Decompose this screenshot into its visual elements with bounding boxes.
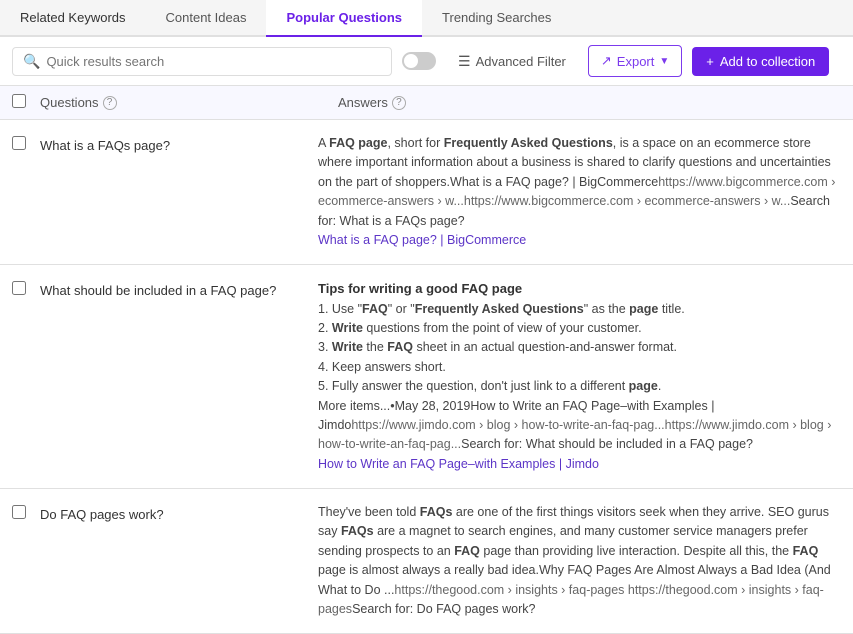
tab-trending-searches[interactable]: Trending Searches xyxy=(422,0,571,37)
table-header: Questions ? Answers ? xyxy=(0,86,853,120)
toggle-knob xyxy=(404,54,418,68)
question-text-1: What is a FAQs page? xyxy=(40,138,170,153)
add-icon: + xyxy=(706,54,714,69)
select-all-checkbox[interactable] xyxy=(12,94,26,108)
question-text-2: What should be included in a FAQ page? xyxy=(40,283,276,298)
questions-label: Questions xyxy=(40,95,99,110)
col-header-answers: Answers ? xyxy=(338,95,841,110)
chevron-down-icon: ▼ xyxy=(659,56,669,67)
toggle-wrap xyxy=(402,52,436,70)
answer-cell-2: Tips for writing a good FAQ page 1. Use … xyxy=(318,279,841,474)
row-checkbox-wrap-3 xyxy=(12,503,32,522)
answer-body-1: A FAQ page, short for Frequently Asked Q… xyxy=(318,136,835,228)
answer-body-3: They've been told FAQs are one of the fi… xyxy=(318,505,831,616)
table-row: What should be included in a FAQ page? T… xyxy=(0,265,853,489)
row-checkbox-wrap-2 xyxy=(12,279,32,298)
source-link-1[interactable]: What is a FAQ page? | BigCommerce xyxy=(318,233,526,247)
advanced-filter-button[interactable]: ☰ Advanced Filter xyxy=(446,47,578,76)
tab-content-ideas[interactable]: Content Ideas xyxy=(146,0,267,37)
filter-icon: ☰ xyxy=(458,53,471,70)
row-checkbox-2[interactable] xyxy=(12,281,26,295)
source-link-2[interactable]: How to Write an FAQ Page–with Examples |… xyxy=(318,457,599,471)
row-checkbox-wrap-1 xyxy=(12,134,32,153)
question-cell-3: Do FAQ pages work? xyxy=(40,503,310,525)
answer-cell-3: They've been told FAQs are one of the fi… xyxy=(318,503,841,619)
export-label: Export xyxy=(617,54,655,69)
add-label: Add to collection xyxy=(720,54,815,69)
answer-body-2: 1. Use "FAQ" or "Frequently Asked Questi… xyxy=(318,302,831,452)
col-header-questions: Questions ? xyxy=(40,95,330,110)
question-text-3: Do FAQ pages work? xyxy=(40,507,164,522)
questions-help-icon[interactable]: ? xyxy=(103,96,117,110)
tab-popular-questions[interactable]: Popular Questions xyxy=(266,0,422,37)
answer-cell-1: A FAQ page, short for Frequently Asked Q… xyxy=(318,134,841,250)
answers-help-icon[interactable]: ? xyxy=(392,96,406,110)
toolbar: 🔍 ☰ Advanced Filter ↗ Export ▼ + Add to … xyxy=(0,37,853,86)
table-row: Do FAQ pages work? They've been told FAQ… xyxy=(0,489,853,634)
export-icon: ↗ xyxy=(601,53,612,69)
search-icon: 🔍 xyxy=(23,53,40,70)
export-button[interactable]: ↗ Export ▼ xyxy=(588,45,682,77)
question-cell-2: What should be included in a FAQ page? xyxy=(40,279,310,301)
header-checkbox-wrap xyxy=(12,94,32,111)
answer-title-2: Tips for writing a good FAQ page xyxy=(318,281,522,296)
table-row: What is a FAQs page? A FAQ page, short f… xyxy=(0,120,853,265)
row-checkbox-3[interactable] xyxy=(12,505,26,519)
toggle-switch[interactable] xyxy=(402,52,436,70)
answers-label: Answers xyxy=(338,95,388,110)
search-wrap: 🔍 xyxy=(12,47,392,76)
tab-related-keywords[interactable]: Related Keywords xyxy=(0,0,146,37)
advanced-filter-label: Advanced Filter xyxy=(476,54,566,69)
search-input[interactable] xyxy=(46,54,381,69)
add-to-collection-button[interactable]: + Add to collection xyxy=(692,47,829,76)
question-cell-1: What is a FAQs page? xyxy=(40,134,310,156)
row-checkbox-1[interactable] xyxy=(12,136,26,150)
tab-bar: Related Keywords Content Ideas Popular Q… xyxy=(0,0,853,37)
